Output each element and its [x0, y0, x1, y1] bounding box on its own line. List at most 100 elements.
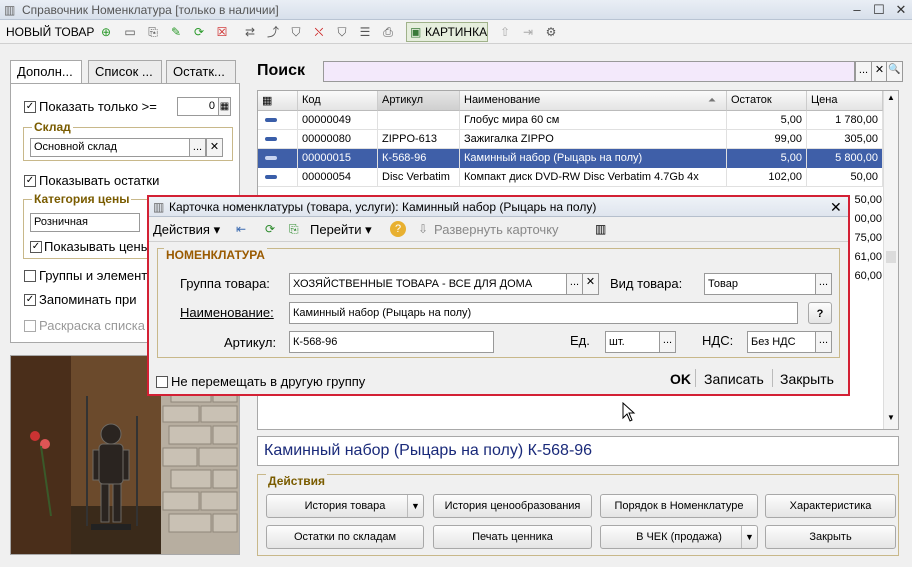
filter-list-icon[interactable]: ⛉ — [334, 24, 350, 40]
goto-menu[interactable]: Перейти ▾ — [310, 222, 372, 238]
table-row[interactable]: 00000080 ZIPPO-613 Зажигалка ZIPPO 99,00 305… — [258, 130, 883, 149]
column-header-name[interactable]: Наименование — [460, 91, 727, 111]
scroll-thumb[interactable] — [886, 251, 896, 263]
tab-list[interactable]: Список ... — [88, 60, 162, 83]
price-category-input[interactable]: Розничная — [30, 213, 140, 232]
column-header-price[interactable]: Цена — [807, 91, 883, 111]
app-icon: ▥ — [4, 3, 16, 17]
reload-icon[interactable]: ⟳ — [265, 222, 275, 236]
picture-button[interactable]: ▣ КАРТИНКА — [406, 22, 488, 42]
scroll-down-icon[interactable]: ▼ — [886, 413, 896, 425]
characteristic-button[interactable]: Характеристика — [765, 494, 896, 518]
help-icon[interactable]: ? — [390, 221, 406, 237]
table-cell: Каминный набор (Рыцарь на полу) — [460, 149, 727, 168]
name-help-button[interactable]: ? — [808, 302, 832, 324]
column-header-stock[interactable]: Остаток — [727, 91, 807, 111]
up-icon[interactable]: ⇧ — [497, 24, 513, 40]
picture-label: КАРТИНКА — [425, 25, 488, 39]
unit-input[interactable]: шт. — [605, 331, 660, 353]
show-stock-checkbox[interactable]: ✓ — [24, 175, 36, 187]
add-folder-icon[interactable]: ▭ — [122, 24, 138, 40]
search-select-button[interactable]: ... — [855, 61, 872, 82]
save-button[interactable]: Записать — [704, 371, 764, 387]
new-item-button[interactable]: НОВЫЙ ТОВАР — [6, 25, 94, 39]
product-kind-select-button[interactable]: ... — [815, 273, 832, 295]
search-input[interactable] — [323, 61, 855, 82]
settings-icon[interactable]: ⚙ — [543, 24, 559, 40]
filter-clear-icon[interactable]: ⛌ — [311, 24, 327, 40]
vat-input[interactable]: Без НДС — [747, 331, 816, 353]
row-item-icon — [258, 111, 298, 130]
expand-icon[interactable]: ⇩ — [418, 222, 428, 236]
close-button[interactable]: ✕ — [890, 2, 912, 18]
barcode-icon[interactable]: ▥ — [595, 222, 606, 236]
scroll-up-icon[interactable]: ▲ — [886, 93, 896, 105]
table-cell: Глобус мира 60 см — [460, 111, 727, 130]
close-action-button[interactable]: Закрыть — [765, 525, 896, 549]
threshold-input[interactable]: 0 — [177, 97, 219, 116]
groups-checkbox[interactable] — [24, 270, 36, 282]
warehouse-clear-button[interactable]: ✕ — [206, 138, 223, 157]
dialog-close-text-button[interactable]: Закрыть — [780, 371, 834, 387]
warehouse-input[interactable]: Основной склад — [30, 138, 190, 157]
ok-button[interactable]: OK — [670, 371, 691, 387]
product-kind-input[interactable]: Товар — [704, 273, 816, 295]
move-icon[interactable]: ⇄ — [242, 24, 258, 40]
dialog-close-button[interactable]: ✕ — [830, 199, 842, 216]
save-close-icon[interactable]: ⇤ — [236, 222, 246, 236]
to-receipt-button[interactable]: В ЧЕК (продажа) ▼ — [600, 525, 758, 549]
pricing-history-button[interactable]: История ценообразования — [433, 494, 592, 518]
calculator-icon[interactable]: ▦ — [218, 97, 231, 116]
grid-settings-icon[interactable]: ▦ — [258, 91, 298, 111]
article-input[interactable]: К-568-96 — [289, 331, 494, 353]
delete-icon[interactable]: ☒ — [214, 24, 230, 40]
color-list-checkbox[interactable] — [24, 320, 36, 332]
selected-item-title: Каминный набор (Рыцарь на полу) К-568-96 — [257, 436, 899, 466]
remember-checkbox[interactable]: ✓ — [24, 294, 36, 306]
warehouse-select-button[interactable]: ... — [189, 138, 206, 157]
maximize-button[interactable]: ☐ — [868, 2, 890, 18]
name-input[interactable]: Каминный набор (Рыцарь на полу) — [289, 302, 798, 324]
add-icon[interactable]: ⊕ — [98, 24, 114, 40]
column-header-article[interactable]: Артикул — [378, 91, 460, 111]
search-go-icon[interactable]: 🔍 — [886, 61, 903, 82]
print-price-tag-button[interactable]: Печать ценника — [433, 525, 592, 549]
vat-label: НДС: — [702, 333, 734, 348]
show-only-checkbox[interactable]: ✓ — [24, 101, 36, 113]
product-group-clear-button[interactable]: ✕ — [582, 273, 599, 295]
print-icon[interactable]: ⎙ — [380, 24, 396, 40]
history-button[interactable]: История товара ▼ — [266, 494, 424, 518]
filter-icon[interactable]: ⛉ — [288, 24, 304, 40]
vat-select-button[interactable]: ... — [815, 331, 832, 353]
edit-icon[interactable]: ✎ — [168, 24, 184, 40]
hierarchy-icon[interactable]: ⤴ — [265, 24, 281, 40]
copy-card-icon[interactable]: ⎘ — [289, 222, 299, 237]
no-move-checkbox[interactable] — [156, 376, 168, 388]
dialog-actions-menu[interactable]: Действия ▾ — [153, 222, 220, 238]
tab-additional[interactable]: Дополн... — [10, 60, 82, 85]
grid-scrollbar[interactable]: ▲ ▼ — [883, 91, 898, 429]
stock-by-warehouse-button[interactable]: Остатки по складам — [266, 525, 424, 549]
list-icon[interactable]: ☰ — [357, 24, 373, 40]
product-group-select-button[interactable]: ... — [566, 273, 583, 295]
dialog-icon: ▥ — [153, 200, 165, 214]
unit-select-button[interactable]: ... — [659, 331, 676, 353]
product-group-input[interactable]: ХОЗЯЙСТВЕННЫЕ ТОВАРА - ВСЕ ДЛЯ ДОМА — [289, 273, 567, 295]
table-row[interactable]: 00000054 Disc Verbatim Компакт диск DVD-RW… — [258, 168, 883, 187]
name-label[interactable]: Наименование: — [180, 305, 274, 320]
order-button[interactable]: Порядок в Номенклатуре — [600, 494, 758, 518]
color-list-label: Раскраска списка — [39, 318, 145, 333]
export-icon[interactable]: ⇥ — [520, 24, 536, 40]
show-prices-checkbox[interactable]: ✓ — [30, 241, 42, 253]
tab-stock[interactable]: Остатк... — [166, 60, 236, 83]
table-cell: 5,00 — [727, 111, 807, 130]
refresh-icon[interactable]: ⟳ — [191, 24, 207, 40]
column-header-code[interactable]: Код — [298, 91, 378, 111]
table-row[interactable]: 00000049 Глобус мира 60 см 5,00 1 780,00 — [258, 111, 883, 130]
expand-card-button[interactable]: Развернуть карточку — [434, 222, 559, 237]
minimize-button[interactable]: ‒ — [846, 2, 868, 18]
table-row[interactable]: 00000015 К-568-96 Каминный набор (Рыцарь н… — [258, 149, 883, 168]
table-cell: 00000015 — [298, 149, 378, 168]
product-card-dialog: ▥ Карточка номенклатуры (товара, услуги)… — [147, 195, 850, 396]
copy-icon[interactable]: ⎘ — [145, 24, 161, 40]
